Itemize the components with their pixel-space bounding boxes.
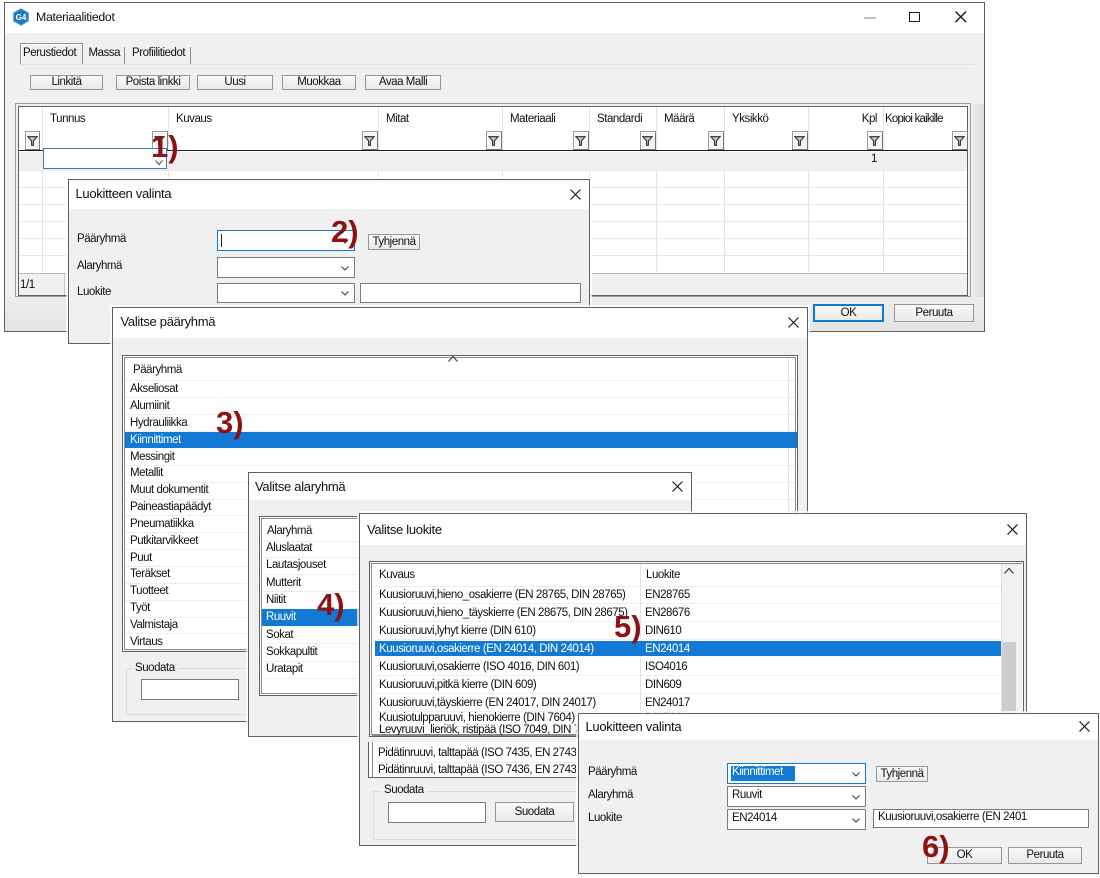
svg-text:G4: G4 bbox=[16, 13, 27, 22]
